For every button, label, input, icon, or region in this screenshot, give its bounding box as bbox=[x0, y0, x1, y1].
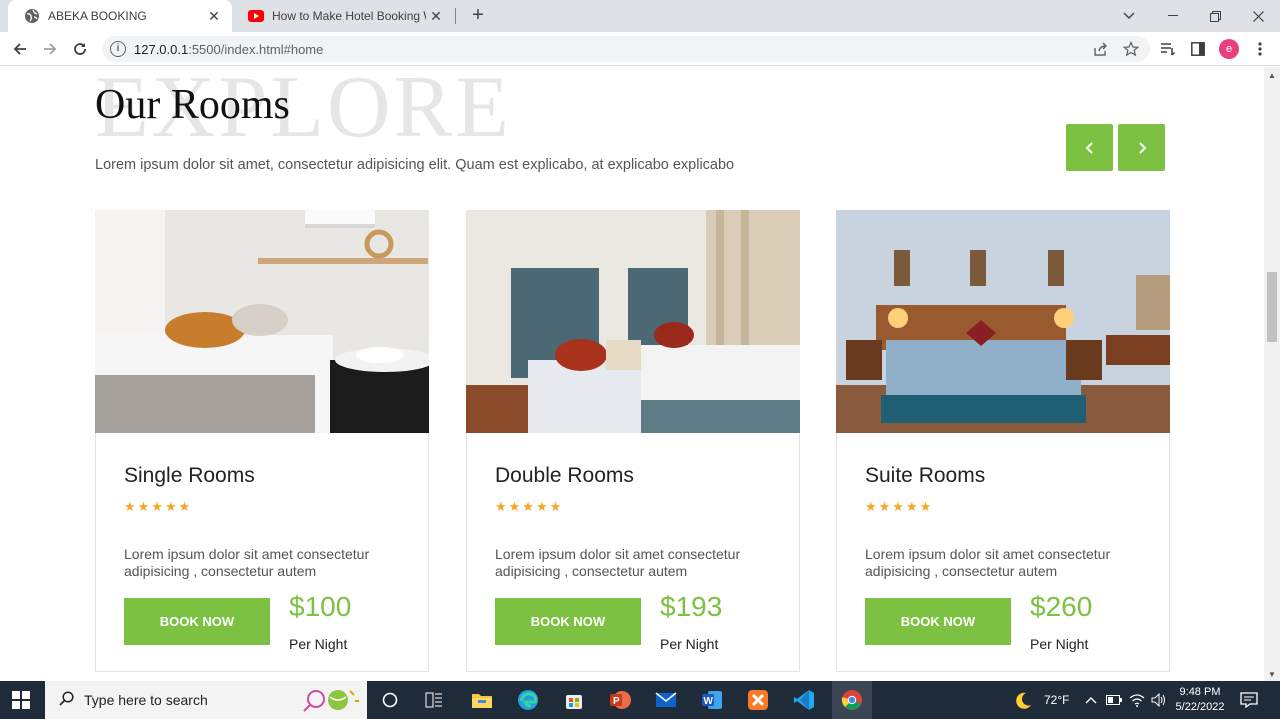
section-heading: Our Rooms bbox=[95, 82, 290, 128]
close-window-button[interactable] bbox=[1237, 0, 1279, 32]
price-unit: Per Night bbox=[660, 636, 719, 652]
room-price: $260 bbox=[1030, 591, 1093, 622]
room-description: Lorem ipsum dolor sit amet consectetur a… bbox=[124, 546, 370, 579]
section-subtext: Lorem ipsum dolor sit amet, consectetur … bbox=[95, 157, 735, 173]
new-tab-button[interactable]: + bbox=[466, 4, 490, 28]
volume-icon[interactable] bbox=[1151, 681, 1167, 719]
price-unit: Per Night bbox=[289, 636, 348, 652]
tab-separator bbox=[455, 8, 456, 24]
chrome-icon[interactable] bbox=[832, 681, 872, 719]
room-name: Double Rooms bbox=[495, 464, 634, 487]
word-icon[interactable]: W bbox=[697, 685, 727, 715]
price-unit: Per Night bbox=[1030, 636, 1089, 652]
star-rating: ★★★★★ bbox=[865, 499, 934, 514]
minimize-button[interactable] bbox=[1152, 0, 1194, 32]
star-rating: ★★★★★ bbox=[495, 499, 564, 514]
reload-icon[interactable] bbox=[68, 37, 92, 61]
url-text: 127.0.0.1:5500/index.html#home bbox=[134, 42, 323, 57]
windows-taskbar: Type here to search P W 72°F 9:48 PM 5/2… bbox=[0, 681, 1280, 719]
share-icon[interactable] bbox=[1092, 40, 1110, 58]
search-placeholder: Type here to search bbox=[84, 692, 208, 708]
room-image bbox=[466, 210, 800, 433]
scroll-down-arrow-icon[interactable]: ▼ bbox=[1268, 670, 1276, 679]
room-description: Lorem ipsum dolor sit amet consectetur a… bbox=[495, 546, 741, 579]
tab-search-icon[interactable] bbox=[1108, 0, 1150, 32]
svg-text:P: P bbox=[613, 696, 620, 707]
taskbar-search-box[interactable]: Type here to search bbox=[45, 681, 367, 719]
system-clock[interactable]: 9:48 PM 5/22/2022 bbox=[1170, 685, 1230, 715]
wifi-icon[interactable] bbox=[1129, 681, 1145, 719]
room-card-single: Single Rooms ★★★★★ Lorem ipsum dolor sit… bbox=[95, 210, 429, 672]
room-price: $100 bbox=[289, 591, 352, 622]
weather-widget[interactable]: 72°F bbox=[1012, 681, 1069, 719]
windows-start-icon[interactable] bbox=[12, 691, 30, 709]
scrollbar-thumb[interactable] bbox=[1267, 272, 1277, 342]
chevron-up-icon[interactable] bbox=[1085, 681, 1097, 719]
close-tab-icon[interactable]: ✕ bbox=[204, 8, 224, 25]
next-slide-button[interactable] bbox=[1118, 124, 1165, 171]
url-host: 127.0.0.1 bbox=[134, 41, 189, 57]
notifications-icon[interactable] bbox=[1240, 681, 1258, 719]
close-tab-icon[interactable]: ✕ bbox=[426, 8, 446, 25]
chevron-right-icon bbox=[1138, 141, 1146, 154]
page-scrollbar[interactable]: ▲ ▼ bbox=[1264, 67, 1280, 681]
task-view-icon[interactable] bbox=[375, 685, 405, 715]
forward-arrow-icon[interactable] bbox=[38, 37, 62, 61]
browser-tab-bar: ABEKA BOOKING ✕ How to Make Hotel Bookin… bbox=[0, 0, 1280, 32]
globe-icon bbox=[24, 8, 40, 24]
reading-list-icon[interactable] bbox=[1158, 39, 1178, 59]
url-path: :5500/index.html#home bbox=[188, 41, 324, 57]
room-name: Suite Rooms bbox=[865, 464, 986, 487]
tab-title: How to Make Hotel Booking Web bbox=[272, 9, 426, 23]
prev-slide-button[interactable] bbox=[1066, 124, 1113, 171]
profile-avatar[interactable]: e bbox=[1219, 39, 1239, 59]
address-bar[interactable]: i 127.0.0.1:5500/index.html#home bbox=[102, 36, 1150, 62]
book-now-button[interactable]: BOOK NOW bbox=[495, 598, 641, 645]
moon-icon bbox=[1016, 692, 1031, 709]
page-content: EXPLORE Our Rooms Lorem ipsum dolor sit … bbox=[0, 67, 1264, 681]
file-explorer-icon[interactable] bbox=[467, 685, 497, 715]
room-price: $193 bbox=[660, 591, 723, 622]
browser-toolbar: i 127.0.0.1:5500/index.html#home e bbox=[0, 32, 1280, 66]
room-card-double: Double Rooms ★★★★★ Lorem ipsum dolor sit… bbox=[466, 210, 800, 672]
clock-time: 9:48 PM bbox=[1179, 686, 1221, 698]
xampp-icon[interactable] bbox=[743, 685, 773, 715]
room-image bbox=[95, 210, 429, 433]
star-rating: ★★★★★ bbox=[124, 499, 193, 514]
room-image bbox=[836, 210, 1170, 433]
bookmark-star-icon[interactable] bbox=[1122, 40, 1140, 58]
store-icon[interactable] bbox=[559, 685, 589, 715]
room-description: Lorem ipsum dolor sit amet consectetur a… bbox=[865, 546, 1111, 579]
book-now-button[interactable]: BOOK NOW bbox=[124, 598, 270, 645]
clock-date: 5/22/2022 bbox=[1175, 701, 1225, 713]
powerpoint-icon[interactable]: P bbox=[605, 685, 635, 715]
search-highlight-icon bbox=[300, 687, 362, 718]
tab-title: ABEKA BOOKING bbox=[48, 9, 147, 23]
edge-browser-icon[interactable] bbox=[513, 685, 543, 715]
svg-text:W: W bbox=[704, 696, 714, 707]
scroll-up-arrow-icon[interactable]: ▲ bbox=[1268, 71, 1276, 80]
youtube-icon bbox=[248, 8, 264, 24]
room-card-suite: Suite Rooms ★★★★★ Lorem ipsum dolor sit … bbox=[836, 210, 1170, 672]
book-now-button[interactable]: BOOK NOW bbox=[865, 598, 1011, 645]
weather-temperature: 72°F bbox=[1044, 693, 1070, 707]
mail-icon[interactable] bbox=[651, 685, 681, 715]
side-panel-icon[interactable] bbox=[1188, 39, 1208, 59]
kebab-menu-icon[interactable] bbox=[1250, 39, 1270, 59]
widgets-icon[interactable] bbox=[419, 685, 449, 715]
tab-youtube[interactable]: How to Make Hotel Booking Web ✕ bbox=[232, 0, 454, 32]
battery-icon[interactable] bbox=[1106, 681, 1122, 719]
site-info-icon[interactable]: i bbox=[110, 41, 126, 57]
restore-button[interactable] bbox=[1194, 0, 1236, 32]
vscode-icon[interactable] bbox=[789, 685, 819, 715]
search-icon bbox=[59, 690, 74, 710]
chevron-left-icon bbox=[1085, 141, 1093, 154]
room-name: Single Rooms bbox=[124, 464, 255, 487]
tab-abeka-booking[interactable]: ABEKA BOOKING ✕ bbox=[8, 0, 232, 32]
back-arrow-icon[interactable] bbox=[8, 37, 32, 61]
